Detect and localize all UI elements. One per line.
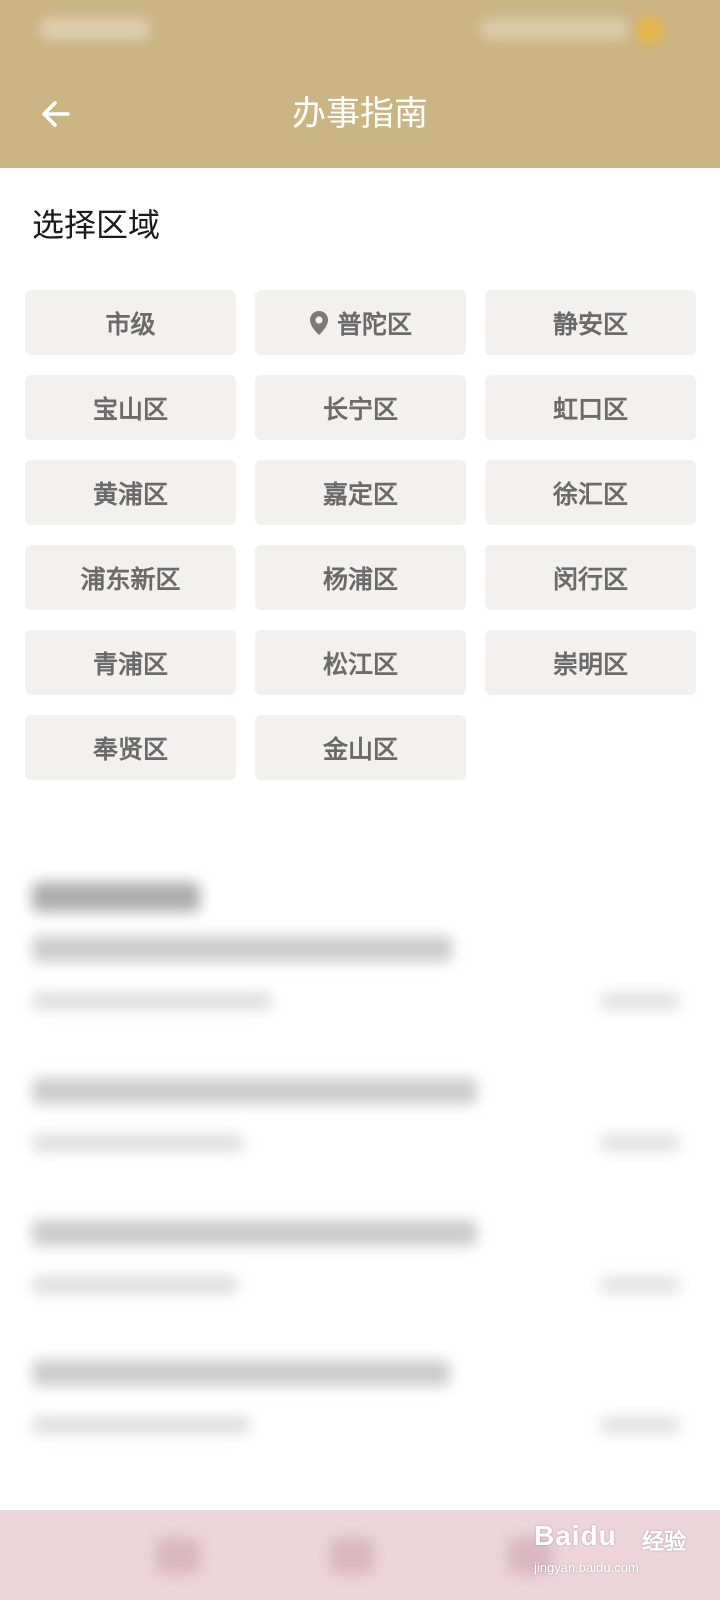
region-chip-fengxian[interactable]: 奉贤区 bbox=[25, 715, 236, 780]
region-chip-jingan[interactable]: 静安区 bbox=[485, 290, 696, 355]
baidu-jingyan-watermark: Baidu 经验 jingyan.baidu.com bbox=[530, 1516, 700, 1586]
blurred-item-title bbox=[32, 936, 452, 962]
region-label: 杨浦区 bbox=[322, 564, 398, 594]
watermark-url: jingyan.baidu.com bbox=[534, 1560, 639, 1575]
region-label: 嘉定区 bbox=[322, 479, 398, 509]
region-chip-municipal[interactable]: 市级 bbox=[25, 290, 236, 355]
region-label: 徐汇区 bbox=[552, 479, 628, 509]
region-chip-xuhui[interactable]: 徐汇区 bbox=[485, 460, 696, 525]
list-item[interactable] bbox=[0, 1078, 720, 1198]
blurred-item-title bbox=[32, 1360, 450, 1386]
region-chip-chongming[interactable]: 崇明区 bbox=[485, 630, 696, 695]
region-label: 普陀区 bbox=[336, 309, 412, 339]
region-label: 青浦区 bbox=[92, 649, 168, 679]
region-chip-jiading[interactable]: 嘉定区 bbox=[255, 460, 466, 525]
list-item[interactable] bbox=[0, 936, 720, 1056]
list-item[interactable] bbox=[0, 1220, 720, 1340]
region-label: 虹口区 bbox=[552, 394, 628, 424]
status-bar bbox=[0, 0, 720, 60]
blurred-guide-list bbox=[0, 850, 720, 1490]
list-item[interactable] bbox=[0, 1360, 720, 1480]
blurred-item-subtitle bbox=[32, 1276, 238, 1294]
region-label: 黄浦区 bbox=[92, 479, 168, 509]
blurred-item-title bbox=[32, 1078, 477, 1104]
nav-home-icon[interactable] bbox=[156, 1538, 200, 1574]
region-label: 长宁区 bbox=[322, 394, 398, 424]
region-chip-changning[interactable]: 长宁区 bbox=[255, 375, 466, 440]
blurred-item-title bbox=[32, 1220, 477, 1246]
status-bar-indicators bbox=[480, 18, 630, 40]
region-label: 松江区 bbox=[322, 649, 398, 679]
blurred-item-meta bbox=[600, 1134, 680, 1152]
blurred-item-subtitle bbox=[32, 992, 272, 1010]
app-bar: 办事指南 bbox=[0, 60, 720, 168]
arrow-left-icon bbox=[42, 101, 70, 127]
watermark-cn: 经验 bbox=[642, 1530, 687, 1555]
bottom-nav: Baidu 经验 jingyan.baidu.com bbox=[0, 1510, 720, 1600]
region-section-title: 选择区域 bbox=[32, 206, 161, 244]
region-chip-minhang[interactable]: 闵行区 bbox=[485, 545, 696, 610]
blurred-item-meta bbox=[600, 1276, 680, 1294]
region-label: 市级 bbox=[105, 309, 156, 339]
region-chip-baoshan[interactable]: 宝山区 bbox=[25, 375, 236, 440]
blurred-item-subtitle bbox=[32, 1134, 244, 1152]
region-label: 崇明区 bbox=[552, 649, 628, 679]
region-label: 奉贤区 bbox=[92, 734, 168, 764]
region-label: 闵行区 bbox=[552, 564, 628, 594]
region-chip-jinshan[interactable]: 金山区 bbox=[255, 715, 466, 780]
region-chip-hongkou[interactable]: 虹口区 bbox=[485, 375, 696, 440]
region-grid: 市级 普陀区 静安区 宝山区 长宁区 虹口区 黄浦区 嘉定区 徐汇区 浦东新区 … bbox=[25, 290, 697, 780]
region-chip-yangpu[interactable]: 杨浦区 bbox=[255, 545, 466, 610]
status-bar-battery-icon bbox=[636, 16, 664, 44]
blurred-item-meta bbox=[600, 992, 680, 1010]
region-chip-putuo[interactable]: 普陀区 bbox=[255, 290, 466, 355]
watermark-brand: Baidu bbox=[534, 1520, 617, 1551]
region-label: 金山区 bbox=[322, 734, 398, 764]
region-chip-pudong[interactable]: 浦东新区 bbox=[25, 545, 236, 610]
region-chip-songjiang[interactable]: 松江区 bbox=[255, 630, 466, 695]
region-chip-qingpu[interactable]: 青浦区 bbox=[25, 630, 236, 695]
region-label: 宝山区 bbox=[92, 394, 168, 424]
back-button[interactable] bbox=[26, 84, 86, 144]
location-pin-icon bbox=[309, 310, 328, 335]
blurred-list-heading bbox=[32, 882, 200, 912]
region-chip-huangpu[interactable]: 黄浦区 bbox=[25, 460, 236, 525]
blurred-item-subtitle bbox=[32, 1416, 250, 1434]
page-title: 办事指南 bbox=[292, 94, 428, 134]
region-label: 静安区 bbox=[552, 309, 628, 339]
region-label: 浦东新区 bbox=[80, 564, 181, 594]
status-bar-time bbox=[40, 18, 150, 40]
blurred-item-meta bbox=[600, 1416, 680, 1434]
nav-service-icon[interactable] bbox=[330, 1538, 374, 1574]
